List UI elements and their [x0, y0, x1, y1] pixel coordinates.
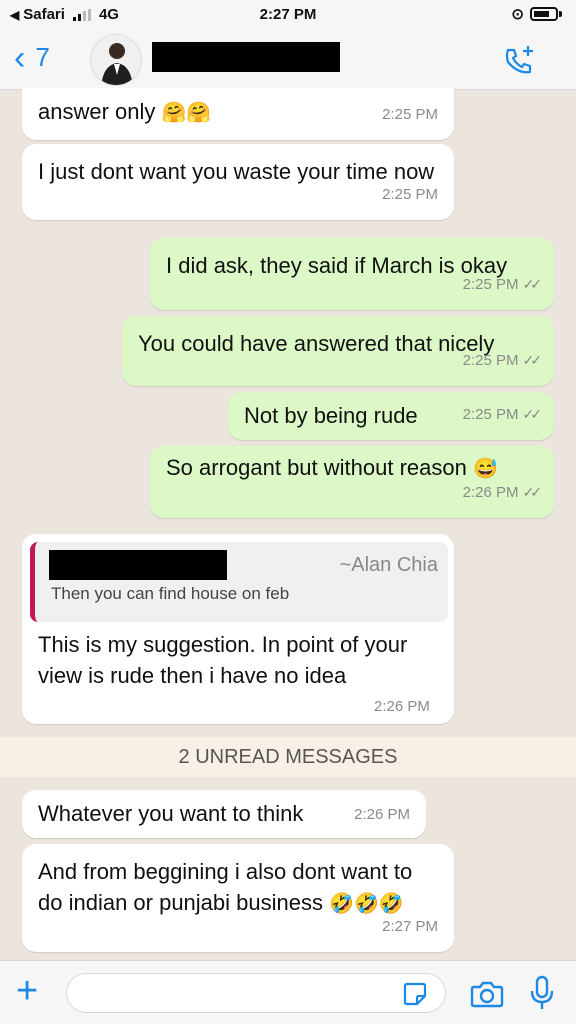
quote-name-redacted — [49, 550, 227, 580]
orientation-lock-icon: ⊙ — [511, 6, 524, 23]
message-time: 2:25 PM ✓✓ — [462, 276, 543, 293]
battery-icon — [530, 7, 558, 21]
message-time: 2:26 PM — [374, 698, 430, 715]
add-call-icon — [505, 46, 533, 74]
message-text: answer only — [38, 99, 156, 124]
read-ticks-icon: ✓✓ — [522, 276, 543, 292]
quote-text: Then you can find house on feb — [51, 584, 290, 603]
message-text: This is my suggestion. In point of your … — [38, 632, 408, 688]
back-count: 7 — [35, 42, 50, 72]
composer-bar: + — [0, 960, 576, 1024]
plus-icon[interactable]: + — [16, 972, 38, 1010]
message-bubble[interactable]: answer only 🤗🤗 2:25 PM — [22, 88, 454, 140]
message-time: 2:25 PM — [382, 186, 438, 203]
message-text: Not by being rude — [244, 403, 418, 428]
message-time: 2:27 PM — [382, 918, 438, 935]
message-bubble[interactable]: I just dont want you waste your time now… — [22, 144, 454, 220]
quote-author: ~Alan Chia — [339, 554, 438, 576]
sticker-icon[interactable] — [402, 981, 428, 1012]
status-right: ⊙ — [511, 5, 562, 23]
message-time: 2:26 PM ✓✓ — [462, 484, 543, 501]
message-bubble[interactable]: And from beggining i also dont want to d… — [22, 844, 454, 952]
chat-header: ‹ 7 — [0, 30, 576, 90]
read-ticks-icon: ✓✓ — [522, 484, 543, 500]
message-text: I just dont want you waste your time now — [38, 159, 435, 184]
message-bubble[interactable]: Not by being rude 2:25 PM ✓✓ — [228, 392, 554, 440]
message-time: 2:26 PM — [354, 806, 410, 823]
message-bubble[interactable]: You could have answered that nicely 2:25… — [122, 316, 554, 386]
back-button[interactable]: ‹ 7 — [14, 38, 50, 77]
status-bar: ◀ Safari 4G 2:27 PM ⊙ — [0, 0, 576, 30]
read-ticks-icon: ✓✓ — [522, 406, 543, 422]
mic-icon[interactable] — [528, 975, 556, 1016]
mic-icon-svg — [530, 975, 554, 1009]
message-time: 2:25 PM ✓✓ — [462, 406, 543, 423]
status-time: 2:27 PM — [259, 6, 317, 23]
message-bubble[interactable]: So arrogant but without reason 😅 2:26 PM… — [150, 446, 554, 518]
message-bubble[interactable]: Whatever you want to think 2:26 PM — [22, 790, 426, 838]
quoted-message[interactable]: ~Alan Chia Then you can find house on fe… — [30, 542, 448, 622]
message-text: So arrogant but without reason — [166, 455, 467, 480]
camera-icon-svg — [470, 981, 504, 1008]
message-text: I did ask, they said if March is okay — [166, 253, 508, 278]
contact-name-redacted[interactable] — [152, 42, 340, 72]
read-ticks-icon: ✓✓ — [522, 352, 543, 368]
add-call-button[interactable] — [502, 44, 536, 83]
message-time: 2:25 PM — [382, 106, 438, 123]
unread-messages-banner: 2 UNREAD MESSAGES — [0, 737, 576, 777]
message-text: You could have answered that nicely — [138, 331, 495, 356]
camera-icon[interactable] — [470, 979, 504, 1014]
emoji: 🤗🤗 — [161, 102, 212, 124]
avatar[interactable] — [90, 34, 142, 86]
message-bubble[interactable]: I did ask, they said if March is okay 2:… — [150, 238, 554, 310]
battery-cap — [559, 11, 562, 17]
message-time: 2:25 PM ✓✓ — [462, 352, 543, 369]
message-input[interactable] — [66, 973, 446, 1013]
avatar-person-icon — [101, 43, 133, 85]
sticker-icon-svg — [403, 982, 427, 1006]
back-chevron-icon: ‹ — [14, 38, 26, 77]
message-text: Whatever you want to think — [38, 801, 304, 826]
